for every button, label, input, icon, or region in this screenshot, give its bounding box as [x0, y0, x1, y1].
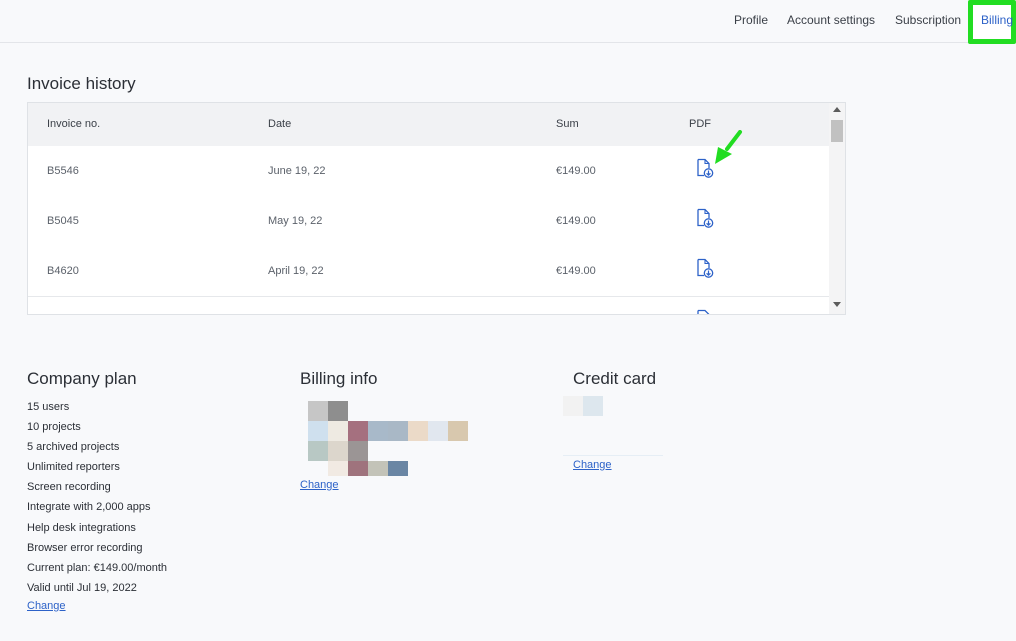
plan-valid-until: Valid until Jul 19, 2022 [27, 581, 137, 594]
invoice-date: June 19, 22 [268, 165, 326, 177]
file-download-icon[interactable] [694, 157, 716, 179]
invoice-table-header: Invoice no. Date Sum PDF [28, 103, 829, 146]
scrollbar-thumb[interactable] [831, 120, 843, 142]
nav-subscription[interactable]: Subscription [895, 13, 961, 27]
table-scrollbar[interactable] [829, 103, 845, 314]
top-navigation: Profile Account settings Subscription Bi… [0, 0, 1016, 44]
file-download-icon[interactable] [694, 207, 716, 229]
change-credit-card-link[interactable]: Change [573, 459, 612, 471]
nav-account-settings[interactable]: Account settings [787, 13, 875, 27]
table-row: B5045 May 19, 22 €149.00 [28, 196, 829, 247]
invoice-sum: €149.00 [556, 165, 596, 177]
scroll-down-arrow-icon[interactable] [833, 302, 841, 307]
plan-feature: 10 projects [27, 421, 81, 434]
nav-billing-highlight: Billing [968, 0, 1016, 44]
billing-info-title: Billing info [300, 369, 378, 388]
plan-feature: Unlimited reporters [27, 461, 120, 474]
company-plan-features: 15 users 10 projects 5 archived projects… [27, 400, 267, 601]
invoice-date: April 19, 22 [268, 265, 324, 277]
current-plan-price: Current plan: €149.00/month [27, 561, 168, 574]
table-row: B5546 June 19, 22 €149.00 [28, 146, 829, 197]
credit-card-title: Credit card [573, 369, 657, 388]
plan-feature: Screen recording [27, 481, 111, 494]
column-header-date: Date [268, 118, 292, 130]
column-header-pdf: PDF [689, 118, 711, 130]
invoice-number: B4620 [47, 265, 79, 277]
plan-feature: Browser error recording [27, 541, 143, 554]
scroll-up-arrow-icon[interactable] [833, 107, 841, 112]
nav-billing[interactable]: Billing [981, 13, 1013, 27]
column-header-invoice-no: Invoice no. [47, 118, 101, 130]
file-download-icon[interactable] [694, 257, 716, 279]
plan-feature: 5 archived projects [27, 441, 120, 454]
invoice-table: Invoice no. Date Sum PDF B5546 June 19, … [27, 102, 846, 315]
plan-feature: Integrate with 2,000 apps [27, 501, 151, 514]
invoice-number: B5045 [47, 215, 79, 227]
plan-feature: Help desk integrations [27, 521, 136, 534]
nav-profile[interactable]: Profile [734, 13, 768, 27]
invoice-sum: €149.00 [556, 215, 596, 227]
table-row [28, 297, 829, 315]
plan-feature: 15 users [27, 401, 70, 413]
change-plan-link[interactable]: Change [27, 600, 66, 612]
invoice-number: B5546 [47, 165, 79, 177]
company-plan-title: Company plan [27, 369, 137, 388]
invoice-date: May 19, 22 [268, 215, 323, 227]
file-download-icon[interactable] [694, 308, 716, 315]
table-row: B4620 April 19, 22 €149.00 [28, 246, 829, 297]
change-billing-info-link[interactable]: Change [300, 479, 339, 491]
invoice-sum: €149.00 [556, 265, 596, 277]
invoice-history-title: Invoice history [27, 74, 136, 93]
column-header-sum: Sum [556, 118, 579, 130]
